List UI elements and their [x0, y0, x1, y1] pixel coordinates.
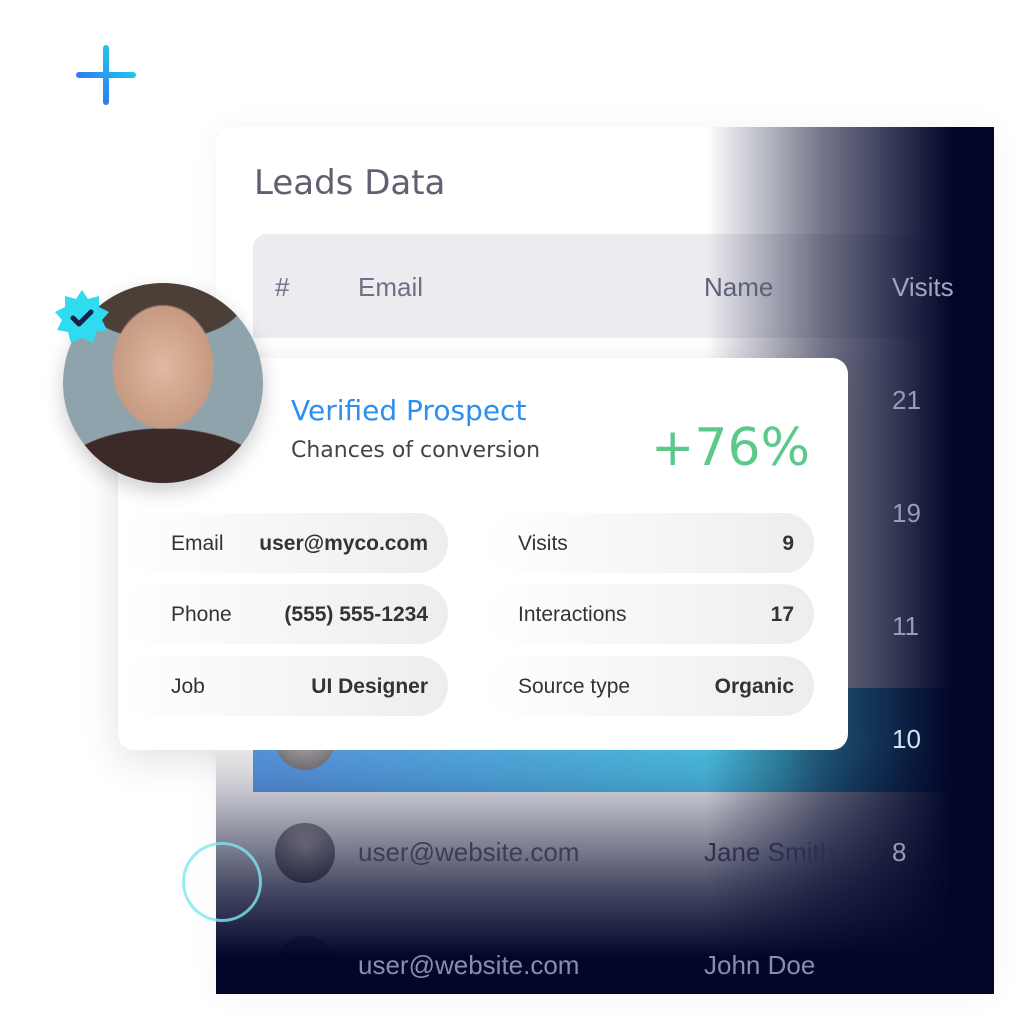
column-email: Email [358, 272, 424, 302]
field-value: user@myco.com [259, 532, 428, 555]
email-cell: user@website.com [358, 837, 580, 867]
field-value: 9 [782, 532, 794, 555]
plus-icon [76, 45, 136, 105]
field-phone: Phone (555) 555-1234 [118, 584, 448, 644]
table-row[interactable]: user@website.com John Doe [253, 914, 994, 994]
field-email: Email user@myco.com [118, 513, 448, 573]
field-job: Job UI Designer [118, 656, 448, 716]
visits-cell: 8 [892, 837, 907, 867]
name-cell: Jane Smith [704, 837, 835, 867]
field-label: Visits [518, 532, 568, 555]
column-visits: Visits [892, 272, 954, 302]
field-value: Organic [714, 675, 794, 698]
visits-cell: 10 [892, 724, 921, 754]
field-label: Job [171, 675, 205, 698]
field-label: Phone [171, 603, 232, 626]
email-cell: user@website.com [358, 950, 580, 980]
visits-cell: 11 [892, 611, 919, 641]
field-source-type: Source type Organic [484, 656, 814, 716]
visits-cell: 21 [892, 385, 921, 415]
column-name: Name [704, 272, 774, 302]
panel-title: Leads Data [254, 163, 446, 203]
decorative-ring [182, 842, 262, 922]
column-number: # [275, 272, 290, 302]
avatar [275, 823, 335, 883]
avatar [275, 936, 335, 994]
table-row[interactable]: user@website.com Jane Smith 8 [253, 801, 994, 905]
field-visits: Visits 9 [484, 513, 814, 573]
table-header: # Email Name Visits [253, 234, 994, 338]
name-cell: John Doe [704, 950, 816, 980]
card-title: Verified Prospect [291, 394, 527, 427]
conversion-percent: +76% [650, 418, 810, 478]
visits-cell: 19 [892, 498, 921, 528]
field-label: Email [171, 532, 224, 555]
field-interactions: Interactions 17 [484, 584, 814, 644]
card-subtitle: Chances of conversion [291, 438, 541, 463]
field-label: Source type [518, 675, 631, 698]
field-value: (555) 555-1234 [284, 603, 428, 626]
field-label: Interactions [518, 603, 627, 626]
field-value: 17 [770, 603, 794, 626]
verified-badge-icon [55, 290, 109, 343]
field-value: UI Designer [311, 675, 428, 698]
